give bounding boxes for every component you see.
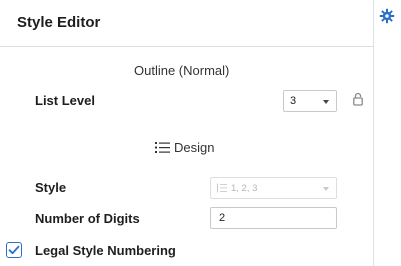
legal-style-checkbox[interactable] [6,242,22,258]
list-level-select[interactable]: 3 [283,90,337,112]
outline-label: Outline (Normal) [134,63,230,78]
list-level-label: List Level [35,93,95,108]
page-title: Style Editor [17,14,101,31]
number-of-digits-input[interactable]: 2 [210,207,337,229]
lock-icon[interactable] [353,92,363,106]
legal-style-label[interactable]: Legal Style Numbering [35,243,176,258]
number-of-digits-label: Number of Digits [35,211,140,226]
chevron-down-icon [323,100,329,104]
checkmark-icon [8,245,20,255]
gear-icon[interactable] [379,8,395,24]
style-editor-panel: Style Editor Outline (Normal) List Level… [0,0,374,266]
list-level-value: 3 [290,95,297,107]
style-select[interactable]: 1, 2, 3 [210,177,337,199]
style-value: 1, 2, 3 [231,183,258,194]
panel-header: Style Editor [0,0,374,47]
number-of-digits-value: 2 [219,212,226,224]
chevron-down-icon [323,187,329,191]
style-label: Style [35,180,67,195]
side-toolbar [375,0,401,266]
design-label: Design [174,140,215,155]
numbered-list-icon [217,183,227,193]
list-icon [155,142,170,153]
